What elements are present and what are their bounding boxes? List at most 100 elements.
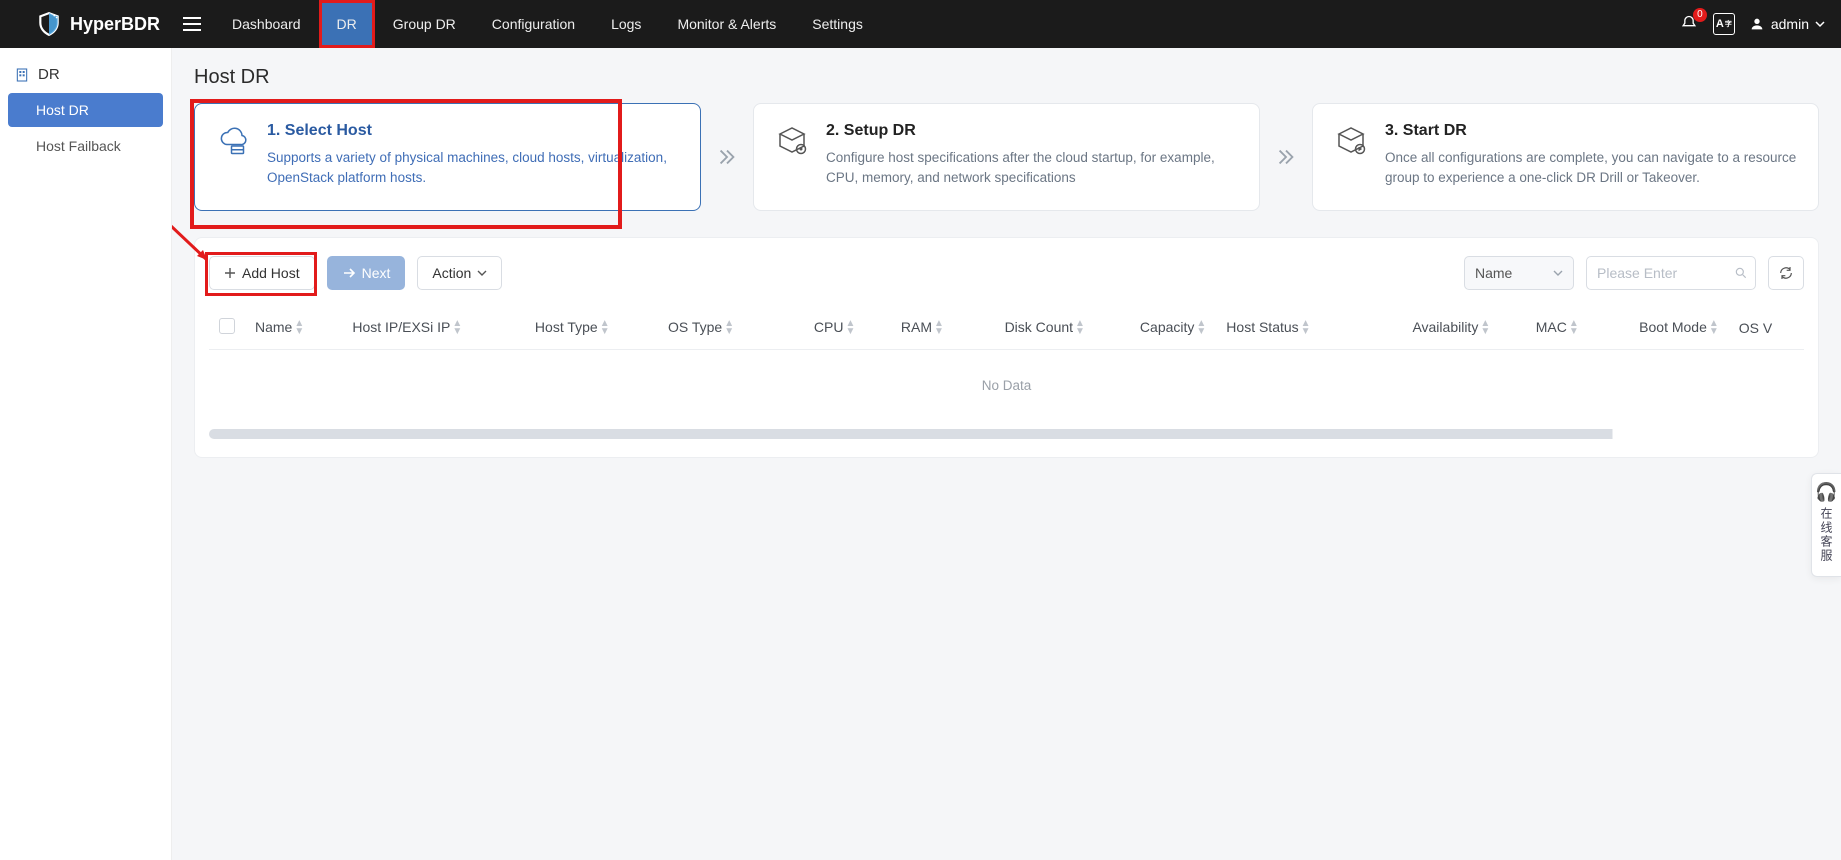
topbar: HyperBDR Dashboard DR Group DR Configura…	[0, 0, 1841, 48]
nav-settings[interactable]: Settings	[794, 0, 881, 48]
floating-help-label: 在线客服	[1818, 507, 1835, 563]
col-label: Host IP/EXSi IP	[352, 319, 450, 335]
chevron-double-right-icon	[1275, 146, 1297, 168]
floating-help-button[interactable]: 🎧 在线客服	[1811, 473, 1841, 577]
headset-icon: 🎧	[1812, 482, 1841, 503]
toolbar: Add Host Next Action Name	[209, 256, 1804, 290]
brand-name: HyperBDR	[70, 14, 160, 35]
col-label: Host Type	[535, 319, 598, 335]
step-title: 2. Setup DR	[826, 122, 1239, 140]
shield-icon	[36, 11, 62, 37]
col-label: Disk Count	[1005, 319, 1073, 335]
nav-group-dr[interactable]: Group DR	[375, 0, 474, 48]
col-label: RAM	[901, 319, 932, 335]
col-capacity[interactable]: Capacity▲▼	[1095, 306, 1216, 350]
col-label: Host Status	[1226, 319, 1298, 335]
nav-logs[interactable]: Logs	[593, 0, 659, 48]
step-card-select-host[interactable]: 1. Select Host Supports a variety of phy…	[194, 103, 701, 211]
col-boot-mode[interactable]: Boot Mode▲▼	[1589, 306, 1729, 350]
next-button[interactable]: Next	[327, 256, 406, 290]
refresh-icon	[1778, 265, 1794, 281]
col-os-type[interactable]: OS Type▲▼	[658, 306, 779, 350]
notification-count-badge: 0	[1693, 8, 1707, 22]
col-name[interactable]: Name▲▼	[245, 306, 342, 350]
nav-dr[interactable]: DR	[319, 0, 375, 48]
hosts-table: Name▲▼ Host IP/EXSi IP▲▼ Host Type▲▼ OS …	[209, 306, 1804, 421]
col-mac[interactable]: MAC▲▼	[1500, 306, 1589, 350]
col-label: Availability	[1412, 319, 1478, 335]
nav-dashboard[interactable]: Dashboard	[214, 0, 319, 48]
nav-configuration[interactable]: Configuration	[474, 0, 593, 48]
step-card-setup-dr[interactable]: 2. Setup DR Configure host specification…	[753, 103, 1260, 211]
filter-field-select[interactable]: Name	[1464, 256, 1574, 290]
col-label: CPU	[814, 319, 844, 335]
step-card-start-dr[interactable]: 3. Start DR Once all configurations are …	[1312, 103, 1819, 211]
col-label: Capacity	[1140, 319, 1194, 335]
menu-toggle[interactable]	[180, 0, 204, 48]
col-os-version[interactable]: OS V	[1729, 306, 1804, 350]
steps-row: 1. Select Host Supports a variety of phy…	[194, 103, 1819, 211]
filter-field-value: Name	[1475, 265, 1512, 281]
search-input-wrap	[1586, 256, 1756, 290]
step-title: 3. Start DR	[1385, 122, 1798, 140]
hamburger-icon	[183, 17, 201, 31]
col-availability[interactable]: Availability▲▼	[1363, 306, 1500, 350]
refresh-button[interactable]	[1768, 256, 1804, 290]
col-label: Name	[255, 319, 292, 335]
step-desc: Once all configurations are complete, yo…	[1385, 148, 1798, 187]
search-icon	[1734, 266, 1748, 280]
step-desc: Supports a variety of physical machines,…	[267, 148, 680, 187]
action-menu-button[interactable]: Action	[417, 256, 502, 290]
col-ram[interactable]: RAM▲▼	[865, 306, 954, 350]
nav-monitor-alerts[interactable]: Monitor & Alerts	[659, 0, 794, 48]
add-host-button[interactable]: Add Host	[209, 256, 315, 290]
username-label: admin	[1771, 16, 1809, 32]
sidebar-section-dr[interactable]: DR	[0, 58, 171, 91]
col-host-type[interactable]: Host Type▲▼	[525, 306, 658, 350]
main-card: Add Host Next Action Name	[194, 237, 1819, 458]
col-checkbox[interactable]	[209, 306, 245, 350]
building-icon	[14, 67, 30, 83]
sidebar-item-host-failback[interactable]: Host Failback	[8, 129, 163, 163]
content: Host DR 1. Select Host Supports a variet…	[172, 48, 1841, 860]
col-host-ip[interactable]: Host IP/EXSi IP▲▼	[342, 306, 525, 350]
table-scroll[interactable]: Name▲▼ Host IP/EXSi IP▲▼ Host Type▲▼ OS …	[209, 306, 1804, 421]
action-label: Action	[432, 265, 471, 281]
box-gear-icon	[774, 122, 810, 158]
sidebar: DR Host DR Host Failback	[0, 48, 172, 860]
chevron-down-icon	[1815, 19, 1825, 29]
col-label: Boot Mode	[1639, 319, 1707, 335]
col-label: MAC	[1536, 319, 1567, 335]
col-cpu[interactable]: CPU▲▼	[779, 306, 865, 350]
cloud-host-icon	[215, 122, 251, 158]
horizontal-scrollbar[interactable]	[209, 429, 1804, 439]
notifications-button[interactable]: 0	[1679, 14, 1699, 34]
language-badge-letter: A	[1716, 18, 1724, 30]
search-input[interactable]	[1586, 256, 1756, 290]
table-empty: No Data	[209, 350, 1804, 422]
plus-icon	[224, 267, 236, 279]
user-menu[interactable]: admin	[1749, 16, 1825, 32]
language-button[interactable]: A字	[1713, 13, 1735, 35]
step-desc: Configure host specifications after the …	[826, 148, 1239, 187]
step-title: 1. Select Host	[267, 122, 680, 140]
sidebar-item-host-dr[interactable]: Host DR	[8, 93, 163, 127]
page-title: Host DR	[194, 66, 1819, 89]
col-label: OS V	[1739, 320, 1772, 336]
step-arrow	[1272, 103, 1300, 211]
top-nav: Dashboard DR Group DR Configuration Logs…	[214, 0, 881, 48]
add-host-label: Add Host	[242, 265, 300, 281]
next-label: Next	[362, 265, 391, 281]
checkbox-icon	[219, 318, 235, 334]
chevron-double-right-icon	[716, 146, 738, 168]
col-host-status[interactable]: Host Status▲▼	[1216, 306, 1363, 350]
topbar-right: 0 A字 admin	[1679, 13, 1825, 35]
language-icon: A字	[1713, 13, 1735, 35]
user-icon	[1749, 16, 1765, 32]
col-disk-count[interactable]: Disk Count▲▼	[954, 306, 1095, 350]
box-play-icon	[1333, 122, 1369, 158]
chevron-down-icon	[477, 268, 487, 278]
arrow-right-icon	[342, 266, 356, 280]
chevron-down-icon	[1553, 268, 1563, 278]
col-label: OS Type	[668, 319, 722, 335]
